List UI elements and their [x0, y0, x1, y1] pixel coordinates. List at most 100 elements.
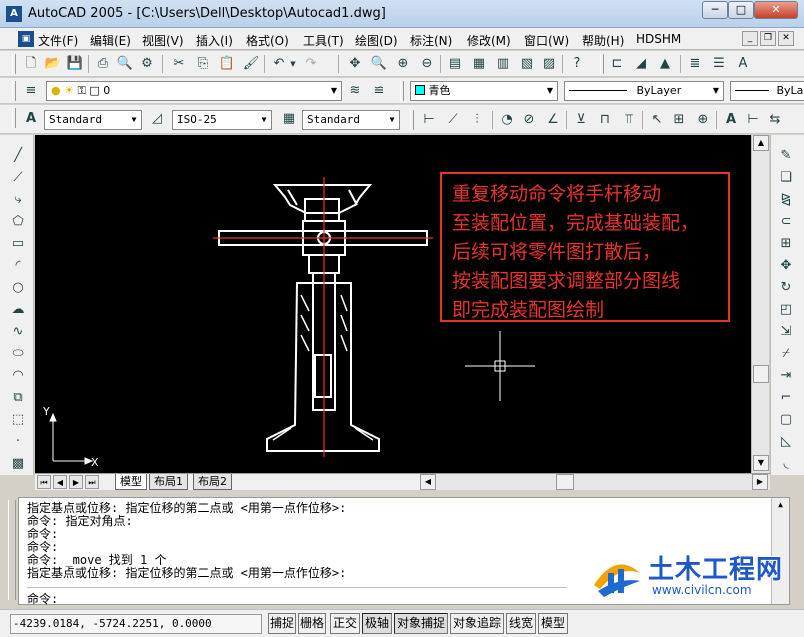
vertical-scrollbar[interactable]: ▲ ▼: [751, 135, 769, 473]
menu-modify[interactable]: 修改(M): [467, 32, 511, 49]
print-icon[interactable]: ⎙: [94, 55, 112, 73]
table-style-dropdown[interactable]: Standard ▼: [302, 110, 400, 130]
text-icon[interactable]: A: [734, 55, 752, 73]
command-prompt[interactable]: 命令:: [27, 587, 567, 607]
osnap-toggle[interactable]: 对象捕捉: [394, 613, 448, 634]
toolbar-grip[interactable]: [12, 54, 16, 74]
dim-angular-icon[interactable]: ∠: [544, 111, 562, 129]
menu-draw[interactable]: 绘图(D): [355, 32, 398, 49]
tab-layout2[interactable]: 布局2: [193, 474, 232, 490]
table-style-icon[interactable]: ▦: [280, 110, 298, 128]
lineweight-toggle[interactable]: 线宽: [506, 613, 536, 634]
fillet-icon[interactable]: ◟: [777, 455, 795, 473]
dim-baseline-icon[interactable]: ⊓: [596, 111, 614, 129]
dim-style-icon[interactable]: ◿: [148, 110, 166, 128]
erase-icon[interactable]: ✎: [777, 147, 795, 165]
doc-close-icon[interactable]: ✕: [778, 31, 794, 46]
tool-palettes-icon[interactable]: ▥: [494, 55, 512, 73]
arc-icon[interactable]: ◜: [9, 257, 27, 275]
rectangle-icon[interactable]: ▭: [9, 235, 27, 253]
dim-edit-icon[interactable]: A: [722, 111, 740, 129]
hscroll-thumb[interactable]: [556, 474, 574, 490]
copy-icon[interactable]: ⎘: [194, 55, 212, 73]
document-icon[interactable]: ▣: [18, 31, 34, 47]
toolbar-grip[interactable]: [600, 54, 604, 74]
redo-icon[interactable]: ↷: [302, 55, 320, 73]
linetype-dropdown[interactable]: ByLayer ▼: [564, 81, 724, 101]
scroll-right-icon[interactable]: ▶: [752, 474, 768, 490]
mirror-icon[interactable]: ⧎: [777, 191, 795, 209]
make-block-icon[interactable]: ⬚: [9, 411, 27, 429]
scale-icon[interactable]: ◰: [777, 301, 795, 319]
ellipse-icon[interactable]: ⬭: [9, 345, 27, 363]
close-icon[interactable]: ✕: [754, 1, 798, 19]
break-icon[interactable]: ▢: [777, 411, 795, 429]
menu-edit[interactable]: 编辑(E): [90, 32, 131, 49]
layer-previous-icon[interactable]: ≌: [370, 82, 388, 100]
line-icon[interactable]: ╱: [9, 147, 27, 165]
dim-aligned-icon[interactable]: ◢: [632, 55, 650, 73]
insert-block-icon[interactable]: ⧉: [9, 389, 27, 407]
dim-linear-icon[interactable]: ⊢: [420, 111, 438, 129]
menu-file[interactable]: 文件(F): [38, 32, 78, 49]
layer-prev-icon[interactable]: ☰: [710, 55, 728, 73]
design-center-icon[interactable]: ▦: [470, 55, 488, 73]
dim-style-dropdown[interactable]: ISO-25 ▼: [172, 110, 272, 130]
layer-states-icon[interactable]: ≣: [686, 55, 704, 73]
quick-dim-icon[interactable]: ⊻: [572, 111, 590, 129]
make-current-icon[interactable]: ≋: [346, 82, 364, 100]
rotate-icon[interactable]: ↻: [777, 279, 795, 297]
otrack-toggle[interactable]: 对象追踪: [450, 613, 504, 634]
circle-icon[interactable]: ○: [9, 279, 27, 297]
center-mark-icon[interactable]: ⊕: [694, 111, 712, 129]
last-tab-icon[interactable]: ⏭: [85, 475, 99, 489]
toolbar-grip[interactable]: [12, 81, 16, 101]
grid-toggle[interactable]: 栅格: [298, 613, 326, 634]
offset-icon[interactable]: ⊂: [777, 213, 795, 231]
menu-dimension[interactable]: 标注(N): [410, 32, 452, 49]
paste-icon[interactable]: 📋: [218, 55, 236, 73]
construction-line-icon[interactable]: ⟋: [9, 169, 27, 187]
doc-restore-icon[interactable]: ❐: [760, 31, 776, 46]
polyline-icon[interactable]: ⤷: [9, 191, 27, 209]
toolbar-grip[interactable]: [12, 108, 16, 128]
lineweight-dropdown[interactable]: ByLa: [730, 81, 804, 101]
tolerance-icon[interactable]: ⊞: [670, 111, 688, 129]
scroll-up-icon[interactable]: ▲: [772, 498, 789, 512]
copy-object-icon[interactable]: ❏: [777, 169, 795, 187]
pan-icon[interactable]: ✥: [346, 55, 364, 73]
layer-manager-icon[interactable]: ≡: [22, 82, 40, 100]
array-icon[interactable]: ⊞: [777, 235, 795, 253]
dim-ordinate-icon[interactable]: ▲: [656, 55, 674, 73]
new-icon[interactable]: 🗋: [22, 55, 40, 73]
scroll-up-icon[interactable]: ▲: [753, 135, 769, 151]
help-icon[interactable]: ?: [568, 55, 586, 73]
minimize-icon[interactable]: ─: [702, 1, 728, 19]
ellipse-arc-icon[interactable]: ◠: [9, 367, 27, 385]
toolbar-grip[interactable]: [400, 81, 404, 101]
chamfer-icon[interactable]: ◺: [777, 433, 795, 451]
cut-icon[interactable]: ✂: [170, 55, 188, 73]
polygon-icon[interactable]: ⬠: [9, 213, 27, 231]
dim-linear-icon[interactable]: ⊏: [608, 55, 626, 73]
hatch-icon[interactable]: ▩: [9, 455, 27, 473]
match-properties-icon[interactable]: 🖌: [242, 55, 260, 73]
doc-minimize-icon[interactable]: _: [742, 31, 758, 46]
menu-tools[interactable]: 工具(T): [303, 32, 344, 49]
zoom-previous-icon[interactable]: ⊖: [418, 55, 436, 73]
tab-layout1[interactable]: 布局1: [149, 474, 188, 490]
text-style-dropdown[interactable]: Standard ▼: [44, 110, 142, 130]
undo-dropdown-icon[interactable]: ▼: [288, 55, 298, 73]
save-icon[interactable]: 💾: [66, 55, 84, 73]
autocad-logo-icon[interactable]: A: [6, 6, 22, 22]
model-toggle[interactable]: 模型: [538, 613, 568, 634]
revision-cloud-icon[interactable]: ☁: [9, 301, 27, 319]
dim-update-icon[interactable]: ⇆: [766, 111, 784, 129]
open-icon[interactable]: 📂: [44, 55, 62, 73]
dim-text-edit-icon[interactable]: ⊢: [744, 111, 762, 129]
publish-icon[interactable]: ⚙: [138, 55, 156, 73]
zoom-window-icon[interactable]: ⊕: [394, 55, 412, 73]
prev-tab-icon[interactable]: ◀: [53, 475, 67, 489]
scroll-thumb[interactable]: [753, 365, 769, 383]
stretch-icon[interactable]: ⇲: [777, 323, 795, 341]
